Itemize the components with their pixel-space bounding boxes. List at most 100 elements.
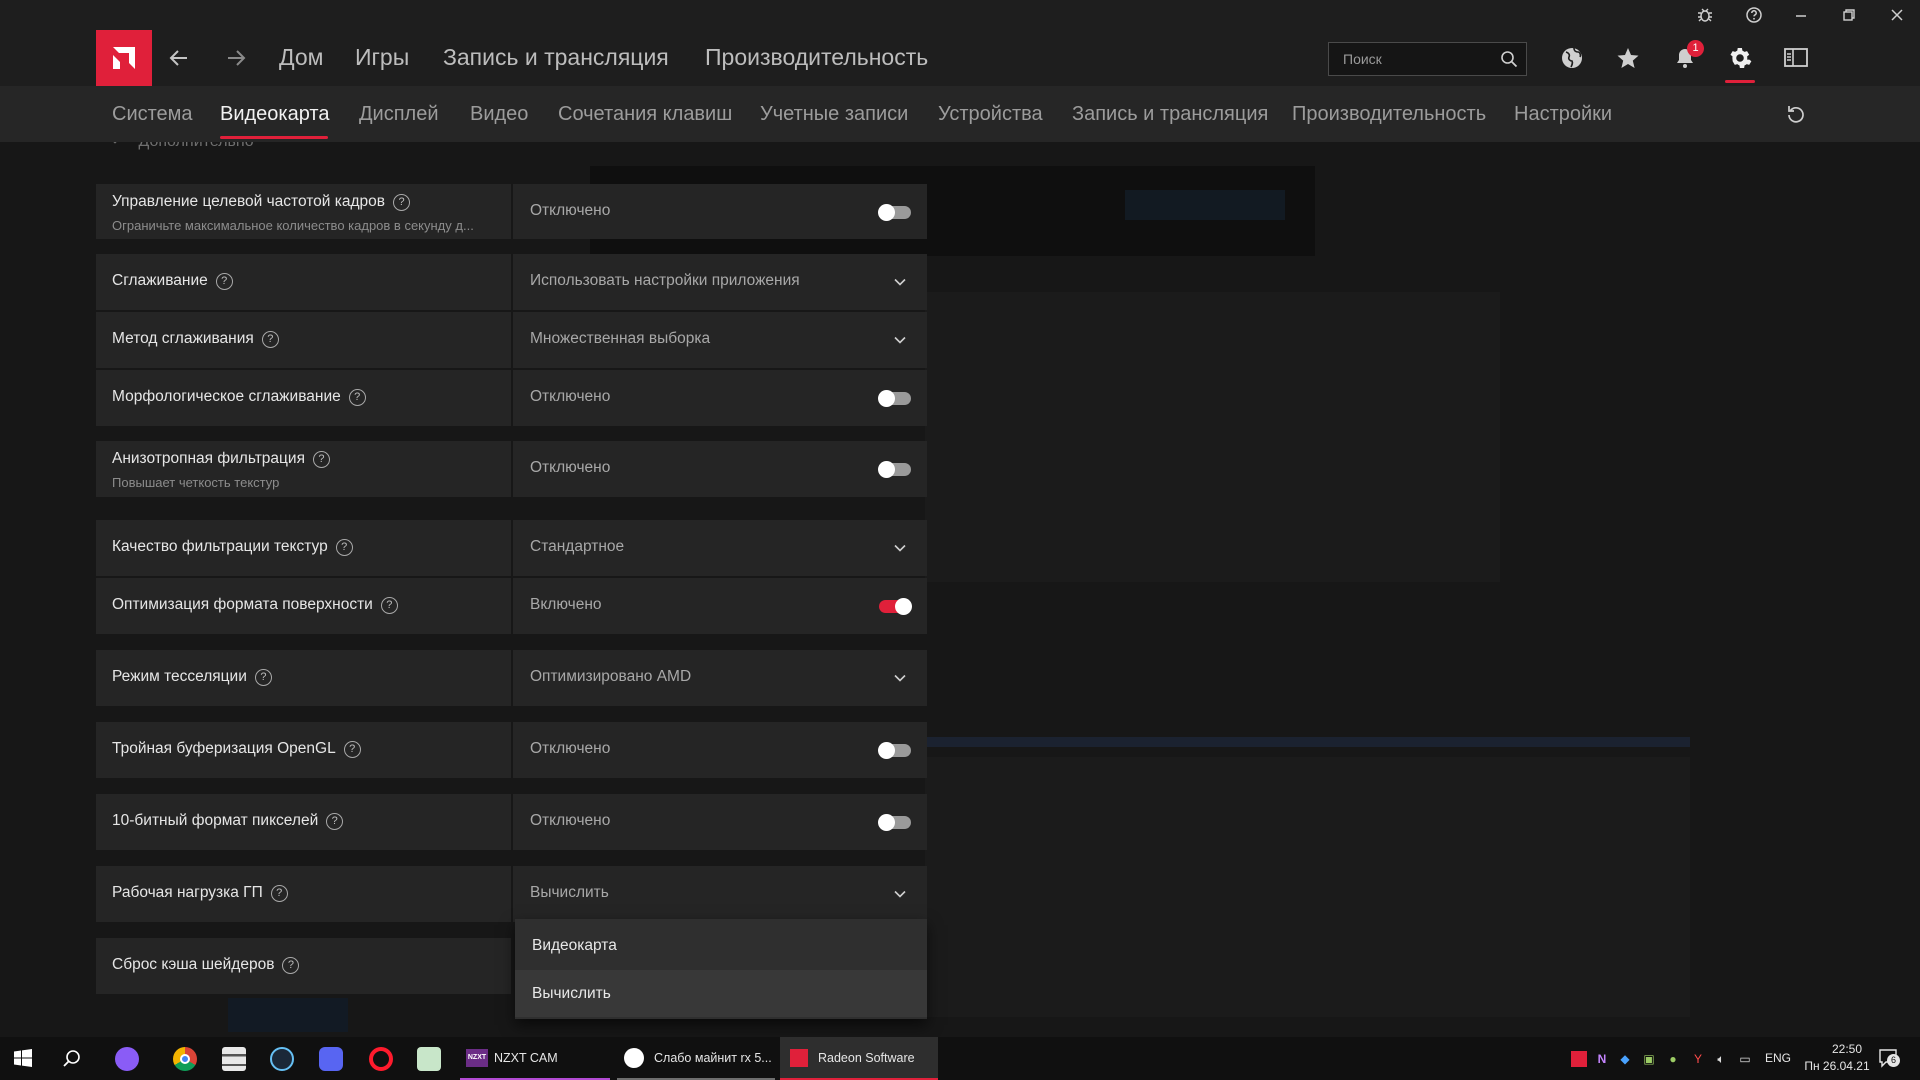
setting-control-surface-format-optimization[interactable]: Включено: [513, 578, 927, 634]
tab-devices[interactable]: Устройства: [938, 103, 1043, 126]
help-question-icon[interactable]: ?: [215, 273, 233, 290]
setting-title-text: Управление целевой частотой кадров: [112, 193, 386, 210]
setting-label-reset-shader-cache[interactable]: Сброс кэша шейдеров?: [96, 938, 511, 994]
search-icon[interactable]: [1500, 50, 1518, 68]
tray-network-icon[interactable]: ▭: [1737, 1051, 1753, 1067]
tab-hotkeys[interactable]: Сочетания клавиш: [558, 103, 732, 126]
opera-icon[interactable]: [369, 1047, 393, 1071]
forward-arrow-icon[interactable]: [224, 46, 248, 70]
paint-app-icon[interactable]: [417, 1047, 441, 1071]
taskbar-app-nzxt[interactable]: NZXT NZXT CAM: [460, 1037, 610, 1080]
toggle-switch[interactable]: [878, 741, 911, 759]
help-question-icon[interactable]: ?: [261, 331, 279, 348]
setting-title-text: Режим тесселяции: [112, 668, 247, 685]
discord-icon[interactable]: [319, 1047, 343, 1071]
globe-icon[interactable]: [1556, 42, 1588, 74]
search-input[interactable]: Поиск: [1328, 42, 1527, 76]
amd-logo-icon[interactable]: [96, 30, 152, 86]
tab-performance[interactable]: Производительность: [1292, 103, 1486, 126]
taskbar-app-label: Слабо майнит rx 5...: [654, 1051, 772, 1065]
setting-control-anisotropic-filtering[interactable]: Отключено: [513, 441, 927, 497]
tab-video[interactable]: Видео: [470, 103, 528, 126]
chevron-down-icon[interactable]: [893, 887, 907, 901]
tab-display[interactable]: Дисплей: [359, 103, 439, 126]
setting-label-morphological-aa: Морфологическое сглаживание?: [96, 370, 511, 426]
toggle-switch[interactable]: [878, 813, 911, 831]
nav-games[interactable]: Игры: [355, 44, 409, 71]
setting-control-tessellation-mode[interactable]: Оптимизировано AMD: [513, 650, 927, 706]
tray-language[interactable]: ENG: [1765, 1051, 1791, 1065]
tray-yandex-icon[interactable]: Y: [1690, 1051, 1706, 1067]
background-panel: [925, 757, 1690, 1017]
reset-icon[interactable]: [1784, 102, 1808, 126]
setting-control-texture-filtering-quality[interactable]: Стандартное: [513, 520, 927, 576]
help-question-icon[interactable]: ?: [380, 597, 398, 614]
toggle-switch[interactable]: [878, 389, 911, 407]
nav-home[interactable]: Дом: [279, 44, 323, 71]
setting-control-gpu-workload[interactable]: Вычислить: [513, 866, 927, 922]
setting-control-opengl-triple-buffering[interactable]: Отключено: [513, 722, 927, 778]
taskbar-app-radeon[interactable]: Radeon Software: [780, 1037, 938, 1080]
nzxt-logo-icon: NZXT: [466, 1049, 488, 1067]
chrome-icon[interactable]: [173, 1047, 197, 1071]
tab-accounts[interactable]: Учетные записи: [760, 103, 908, 126]
tray-nvidia-icon[interactable]: ●: [1665, 1051, 1681, 1067]
setting-control-morphological-aa[interactable]: Отключено: [513, 370, 927, 426]
restore-icon[interactable]: [1838, 4, 1860, 26]
section-header[interactable]: Дополнительно: [108, 142, 254, 157]
help-question-icon[interactable]: ?: [326, 813, 344, 830]
minimize-icon[interactable]: [1790, 4, 1812, 26]
help-question-icon[interactable]: ?: [393, 194, 411, 211]
tab-graphics[interactable]: Видеокарта: [220, 103, 329, 126]
help-question-icon[interactable]: ?: [343, 741, 361, 758]
bug-report-icon[interactable]: [1694, 4, 1716, 26]
tray-time[interactable]: 22:50: [1817, 1042, 1877, 1056]
help-question-icon[interactable]: ?: [254, 669, 272, 686]
back-arrow-icon[interactable]: [167, 46, 191, 70]
dropdown-option-graphics[interactable]: Видеокарта: [515, 922, 927, 969]
dropdown-option-compute[interactable]: Вычислить: [515, 970, 927, 1017]
tab-system[interactable]: Система: [112, 103, 193, 126]
help-icon[interactable]: [1743, 4, 1765, 26]
taskbar-app-browser[interactable]: Слабо майнит rx 5...: [617, 1037, 775, 1080]
tray-radeon-icon[interactable]: [1571, 1051, 1587, 1067]
help-question-icon[interactable]: ?: [282, 957, 300, 974]
notifications-bell-icon[interactable]: 1: [1669, 40, 1704, 74]
tab-preferences[interactable]: Настройки: [1514, 103, 1612, 126]
setting-title-text: Качество фильтрации текстур: [112, 538, 328, 555]
setting-control-anti-aliasing-method[interactable]: Множественная выборка: [513, 312, 927, 368]
toggle-switch[interactable]: [879, 597, 912, 615]
chevron-down-icon[interactable]: [893, 541, 907, 555]
help-question-icon[interactable]: ?: [312, 451, 330, 468]
help-question-icon[interactable]: ?: [335, 539, 353, 556]
tray-onenote-icon[interactable]: N: [1594, 1051, 1610, 1067]
nav-recording[interactable]: Запись и трансляция: [443, 44, 669, 71]
help-question-icon[interactable]: ?: [348, 389, 366, 406]
setting-control-10-bit-pixel-format[interactable]: Отключено: [513, 794, 927, 850]
action-center-icon[interactable]: 6: [1878, 1048, 1900, 1068]
tray-date[interactable]: Пн 26.04.21: [1797, 1059, 1877, 1073]
toggle-switch[interactable]: [878, 460, 911, 478]
settings-gear-icon[interactable]: [1724, 42, 1756, 83]
stack-app-icon[interactable]: [222, 1047, 246, 1071]
tray-monitor-icon[interactable]: ▣: [1641, 1051, 1657, 1067]
tray-volume-icon[interactable]: 🔈︎: [1713, 1051, 1729, 1067]
tray-shield-icon[interactable]: ◆: [1617, 1051, 1633, 1067]
chevron-down-icon[interactable]: [893, 275, 907, 289]
search-taskbar-icon[interactable]: [62, 1049, 82, 1069]
help-question-icon[interactable]: ?: [270, 885, 288, 902]
alice-assistant-icon[interactable]: [115, 1047, 139, 1071]
close-icon[interactable]: [1886, 4, 1908, 26]
toggle-switch[interactable]: [878, 203, 911, 221]
windows-start-icon[interactable]: [14, 1049, 32, 1067]
sidebar-panel-icon[interactable]: [1780, 42, 1812, 74]
tab-recording[interactable]: Запись и трансляция: [1072, 103, 1268, 126]
star-icon[interactable]: [1612, 42, 1644, 74]
chevron-down-icon[interactable]: [893, 333, 907, 347]
setting-value: Множественная выборка: [530, 330, 711, 347]
setting-control-anti-aliasing[interactable]: Использовать настройки приложения: [513, 254, 927, 310]
setting-control-frame-rate-target[interactable]: Отключено: [513, 184, 927, 239]
chevron-down-icon[interactable]: [893, 671, 907, 685]
nav-performance[interactable]: Производительность: [705, 44, 928, 71]
steam-icon[interactable]: [270, 1047, 294, 1071]
